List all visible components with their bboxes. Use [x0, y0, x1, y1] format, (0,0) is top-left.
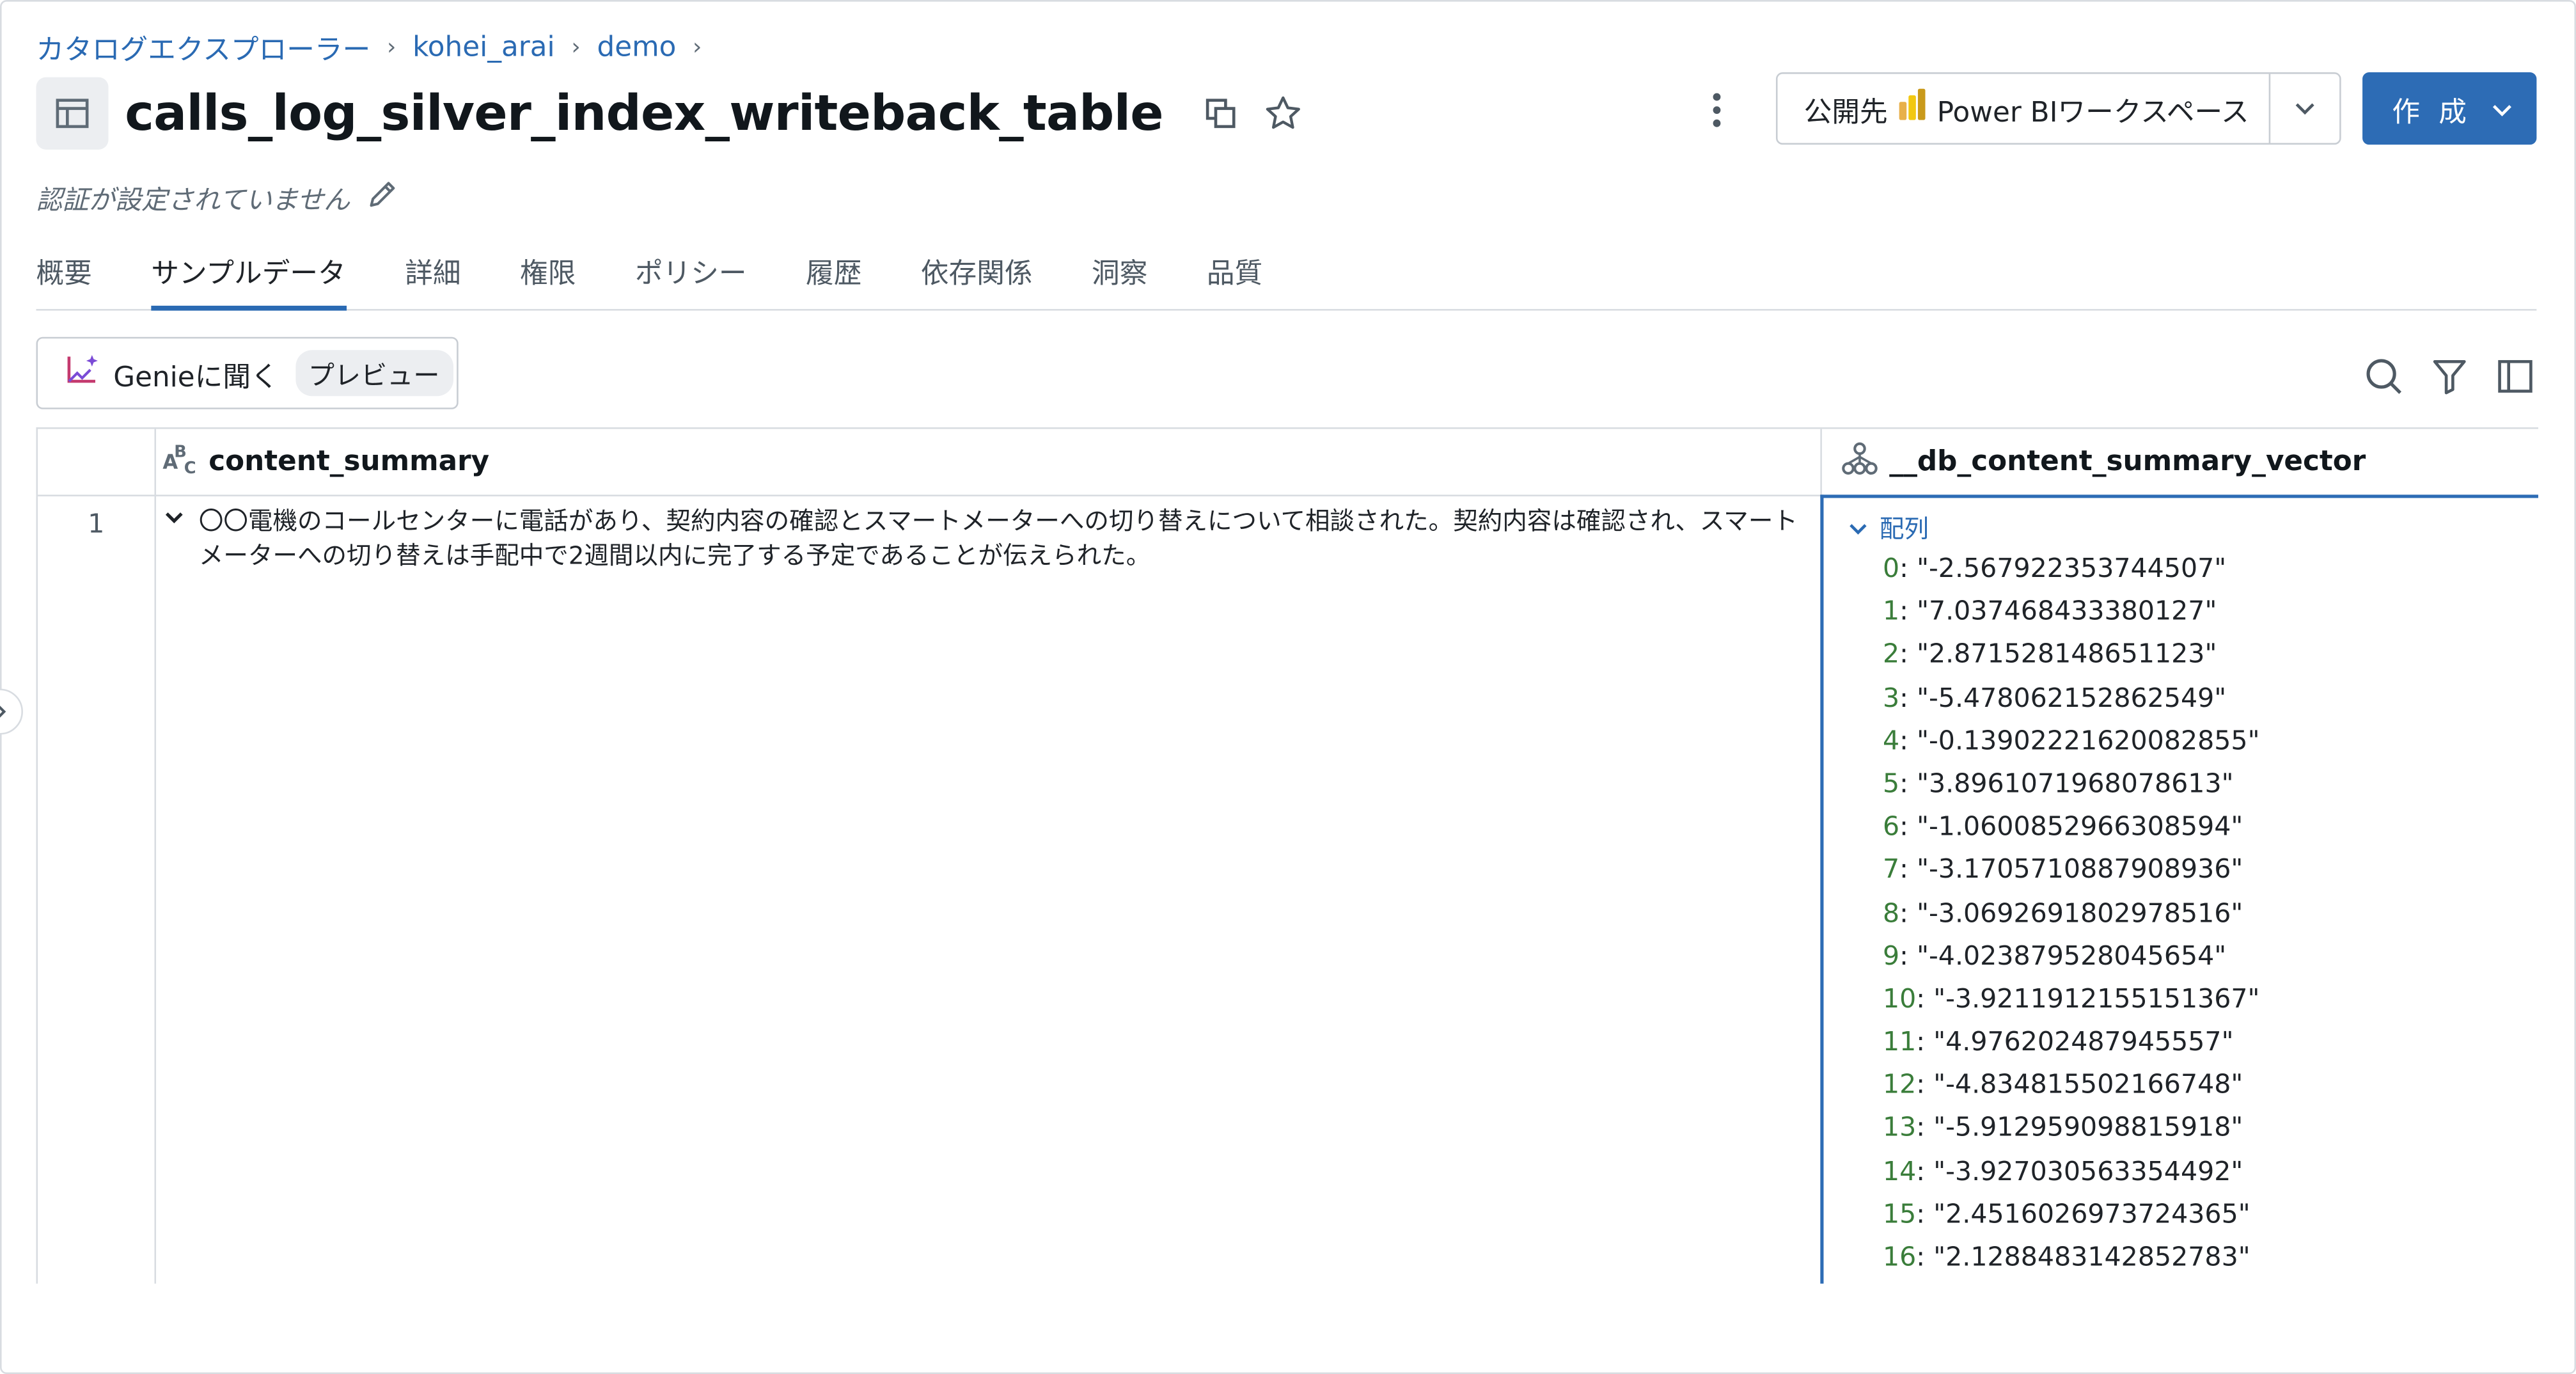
list-item: 14: "-3.927030563354492" [1882, 1155, 2243, 1187]
list-item: 7: "-3.1705710887908936" [1882, 853, 2243, 885]
list-item: 12: "-4.834815502166748" [1882, 1068, 2243, 1100]
list-item: 11: "4.976202487945557" [1882, 1025, 2234, 1057]
pencil-icon[interactable] [366, 177, 399, 217]
tab-bar: 概要 サンプルデータ 詳細 権限 ポリシー 履歴 依存関係 洞察 品質 [36, 253, 2537, 311]
column-divider[interactable] [1820, 429, 1822, 495]
svg-text:C: C [184, 458, 196, 476]
list-item: 6: "-1.0600852966308594" [1882, 810, 2243, 842]
column-divider [154, 429, 157, 1284]
more-options-icon[interactable] [1692, 86, 1741, 135]
list-item: 15: "2.4516026973724365" [1882, 1197, 2250, 1229]
certification-text: 認証が設定されていません [36, 184, 350, 216]
chevron-down-icon [1850, 523, 1867, 534]
column-name: content_summary [208, 445, 490, 478]
tab-history[interactable]: 履歴 [806, 253, 861, 309]
array-toggle[interactable]: 配列 [1846, 511, 1929, 546]
breadcrumb-separator: › [386, 33, 397, 60]
list-item: 5: "3.8961071968078613" [1882, 767, 2234, 799]
column-name: __db_content_summary_vector [1889, 445, 2366, 478]
struct-type-icon [1840, 439, 1880, 484]
breadcrumb: カタログエクスプローラー › kohei_arai › demo › [36, 26, 702, 68]
breadcrumb-separator: › [693, 33, 702, 60]
page-title: calls_log_silver_index_writeback_table [125, 84, 1163, 143]
list-item: 10: "-3.9211912155151367" [1882, 983, 2260, 1014]
power-bi-icon [1897, 86, 1927, 130]
list-item: 1: "7.037468433380127" [1882, 595, 2217, 627]
certification-status: 認証が設定されていません [36, 177, 400, 217]
publish-dropdown-toggle[interactable] [2270, 74, 2339, 143]
star-icon[interactable] [1262, 92, 1305, 135]
tab-quality[interactable]: 品質 [1207, 253, 1262, 309]
publish-label: 公開先 [1803, 96, 1888, 129]
row-index: 1 [88, 507, 105, 539]
breadcrumb-catalog[interactable]: kohei_arai [412, 31, 555, 63]
column-header-content-summary[interactable]: ABC content_summary [162, 429, 489, 495]
list-item: 16: "2.1288483142852783" [1882, 1240, 2250, 1272]
tab-details[interactable]: 詳細 [405, 253, 460, 309]
tab-permissions[interactable]: 権限 [520, 253, 576, 309]
table-icon [36, 77, 109, 150]
list-item: 8: "-3.0692691802978516" [1882, 896, 2243, 928]
title-row: calls_log_silver_index_writeback_table [36, 77, 1305, 150]
string-type-icon: ABC [162, 439, 199, 484]
list-item: 3: "-5.478062152862549" [1882, 681, 2227, 713]
tab-overview[interactable]: 概要 [36, 253, 92, 309]
filter-icon[interactable] [2428, 355, 2471, 398]
copy-icon[interactable] [1199, 92, 1242, 135]
list-item: 9: "-4.023879528045654" [1882, 939, 2227, 971]
results-table: ABC content_summary __db_content_summary… [36, 427, 2538, 1284]
column-header-vector[interactable]: __db_content_summary_vector [1840, 429, 2366, 495]
array-label: 配列 [1879, 514, 1929, 544]
search-icon[interactable] [2362, 355, 2405, 398]
breadcrumb-schema[interactable]: demo [597, 31, 676, 63]
list-item: 0: "-2.567922353744507" [1882, 552, 2227, 584]
breadcrumb-catalog-explorer[interactable]: カタログエクスプローラー [36, 26, 371, 67]
genie-label: Genieに聞く [113, 360, 279, 394]
side-panel-icon[interactable] [2494, 355, 2537, 398]
list-item: 2: "2.871528148651123" [1882, 638, 2217, 670]
tab-sample-data[interactable]: サンプルデータ [151, 253, 346, 311]
content-summary-text: 〇〇電機のコールセンターに電話があり、契約内容の確認とスマートメーターへの切り替… [198, 506, 1798, 571]
list-item: 13: "-5.912959098815918" [1882, 1112, 2243, 1143]
vector-cell[interactable]: 配列 0: "-2.567922353744507" 1: "7.0374684… [1820, 494, 2538, 1284]
breadcrumb-separator: › [571, 33, 581, 60]
tab-insights[interactable]: 洞察 [1092, 253, 1147, 309]
vector-values: 0: "-2.567922353744507" 1: "7.0374684333… [1883, 552, 2260, 1284]
chevron-right-icon [0, 706, 6, 718]
ask-genie-button[interactable]: Genieに聞く プレビュー [36, 336, 459, 409]
publish-target: Power BIワークスペース [1936, 96, 2249, 129]
create-button[interactable]: 作 成 [2362, 72, 2537, 145]
content-summary-cell[interactable]: 〇〇電機のコールセンターに電話があり、契約内容の確認とスマートメーターへの切り替… [162, 505, 1805, 574]
chevron-down-icon[interactable] [2490, 93, 2513, 126]
list-item: 4: "-0.13902221620082855" [1882, 724, 2260, 756]
publish-to-button[interactable]: 公開先 Power BIワークスペース [1775, 72, 2341, 145]
chevron-down-icon[interactable] [162, 505, 185, 574]
chevron-down-icon [2295, 103, 2314, 115]
preview-badge: プレビュー [295, 350, 453, 397]
create-label: 作 成 [2392, 96, 2472, 129]
tab-lineage[interactable]: 依存関係 [921, 253, 1033, 309]
genie-sparkle-icon [64, 351, 104, 395]
publish-main[interactable]: 公開先 Power BIワークスペース [1778, 74, 2271, 143]
table-toolbar [2362, 355, 2536, 398]
tab-policies[interactable]: ポリシー [635, 253, 747, 309]
